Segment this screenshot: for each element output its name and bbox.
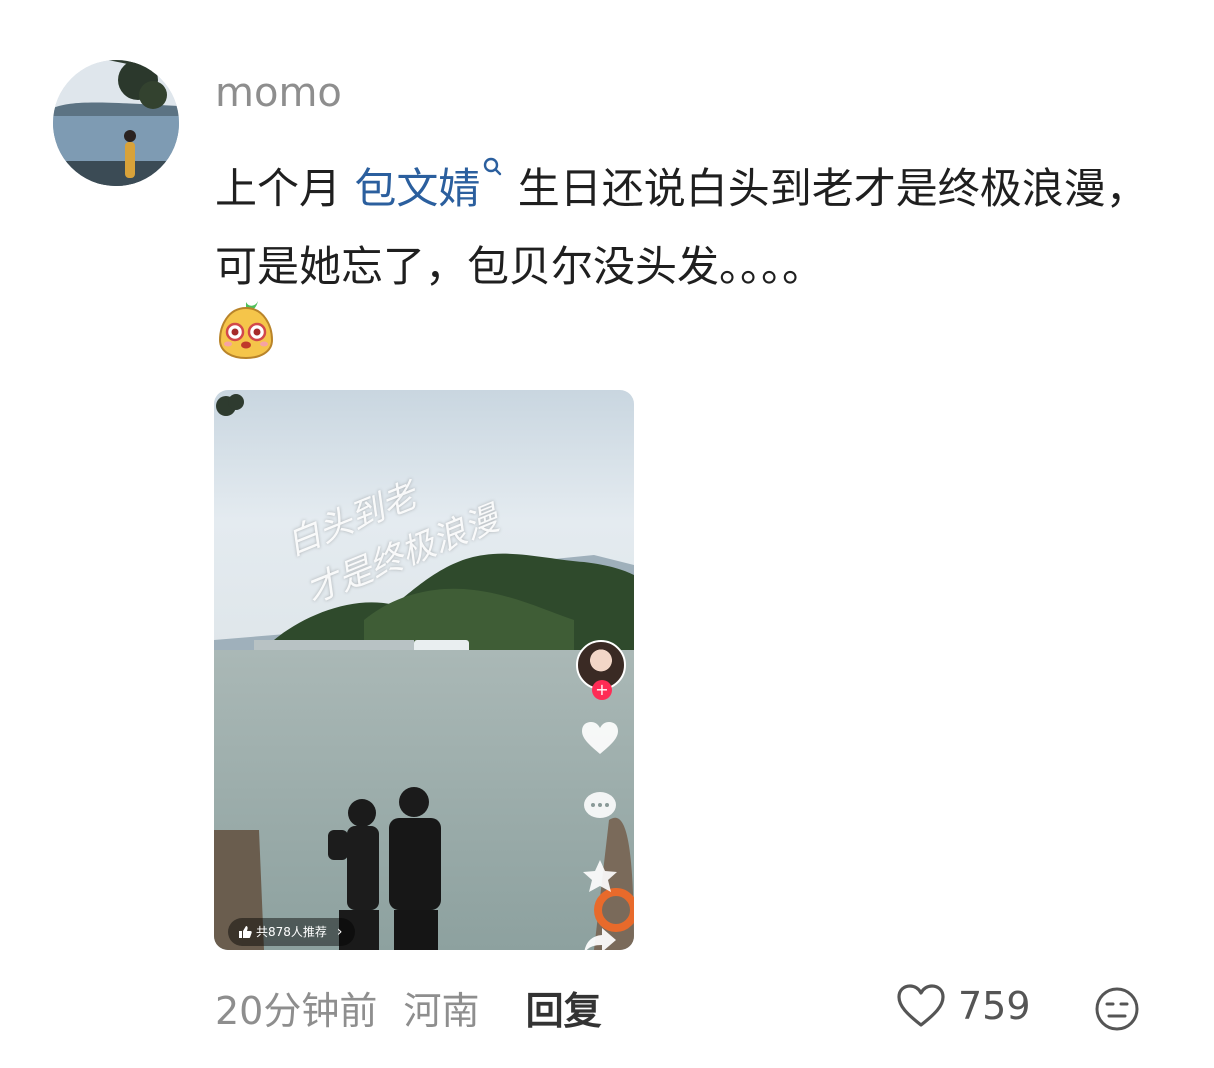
heart-outline-icon	[897, 984, 945, 1027]
thumbs-up-icon	[239, 926, 252, 938]
username[interactable]: momo	[215, 70, 342, 116]
user-avatar[interactable]	[53, 60, 179, 186]
creator-avatar[interactable]: +	[576, 640, 626, 700]
timestamp: 20分钟前	[215, 989, 378, 1033]
recommend-pill[interactable]: 共878人推荐 ›	[228, 918, 355, 946]
location: 河南	[403, 989, 480, 1033]
comment-text: 上个月 包文婧 生日还说白头到老才是终极浪漫，可是她忘了，包贝尔没头发。。。。	[215, 150, 1175, 306]
comment-footer: 20分钟前 河南 回复	[215, 980, 602, 1036]
mention-link[interactable]: 包文婧	[354, 157, 504, 213]
emoji-reaction-icon[interactable]	[1094, 986, 1140, 1036]
chevron-right-icon: ›	[336, 924, 343, 940]
recommend-text: 共878人推荐	[256, 925, 327, 939]
like-button[interactable]: 759	[896, 983, 1031, 1029]
comment-text-before: 上个月	[215, 164, 355, 213]
star-icon[interactable]	[581, 858, 619, 894]
mention-name: 包文婧	[354, 164, 481, 213]
media-thumbnail[interactable]: 白头到老 才是终极浪漫 + 共878人推荐 ›	[214, 390, 634, 950]
cute-emoji-sticker	[216, 298, 276, 360]
reply-button[interactable]: 回复	[526, 989, 602, 1033]
media-side-actions: +	[576, 640, 626, 950]
follow-plus-icon[interactable]: +	[592, 680, 612, 700]
search-icon	[484, 157, 502, 176]
heart-icon[interactable]	[580, 720, 620, 756]
like-count: 759	[958, 984, 1031, 1028]
comment-icon[interactable]	[582, 790, 618, 822]
share-icon[interactable]	[582, 926, 618, 950]
